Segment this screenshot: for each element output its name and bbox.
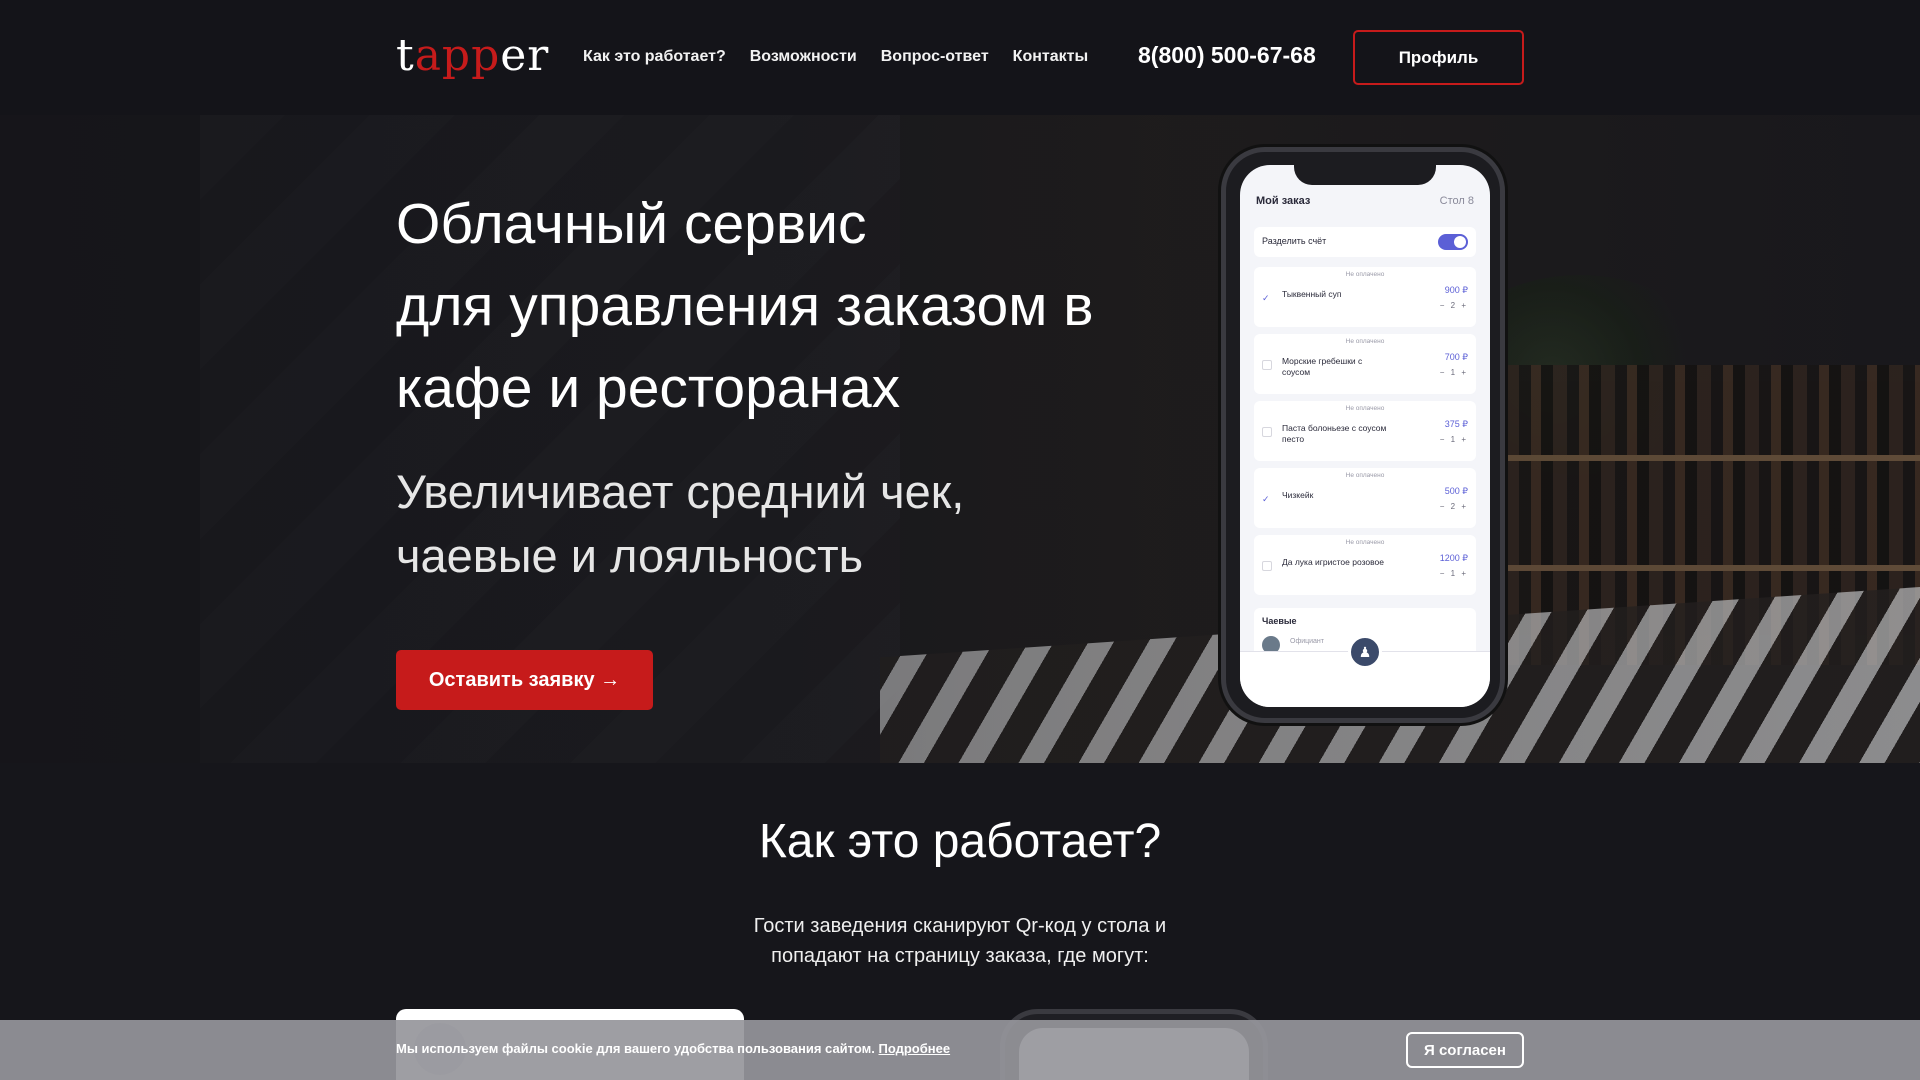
main-nav: Как это работает? Возможности Вопрос-отв… [583, 48, 1088, 66]
section-title: Как это работает? [758, 815, 1162, 868]
cookie-text: Мы используем файлы cookie для вашего уд… [396, 1041, 951, 1056]
item-price: 500 ₽ [1444, 486, 1468, 496]
phone-number[interactable]: 8(800) 500-67-68 [1138, 42, 1316, 69]
checkmark-icon[interactable]: ✓ [1262, 494, 1272, 504]
site-header: tapper Как это работает? Возможности Воп… [0, 0, 1920, 115]
order-title: Мой заказ [1256, 195, 1311, 207]
item-status: Не оплачено [1345, 338, 1385, 345]
checkbox-icon[interactable] [1262, 561, 1272, 571]
profile-button[interactable]: Профиль [1353, 30, 1524, 85]
split-bill-row: Разделить счёт [1254, 227, 1476, 257]
item-status: Не оплачено [1345, 539, 1385, 546]
phone-notch [1294, 157, 1436, 185]
item-status: Не оплачено [1345, 405, 1385, 412]
item-name: Паста болоньезе с соусом песто [1282, 423, 1387, 444]
tips-label: Чаевые [1262, 616, 1297, 626]
tips-waiter-label: Официант [1290, 638, 1324, 645]
cookie-accept-button[interactable]: Я согласен [1406, 1032, 1524, 1068]
item-name: Тыквенный суп [1282, 289, 1342, 299]
page: tapper Как это работает? Возможности Воп… [0, 0, 1920, 1080]
checkbox-icon[interactable] [1262, 360, 1272, 370]
section-description: Гости заведения сканируют Qr-код у стола… [753, 915, 1167, 967]
quantity-stepper[interactable]: − 1 + [1440, 569, 1468, 578]
order-item: Не оплачено ✓ Чизкейк 500 ₽ − 2 + [1254, 468, 1476, 528]
nav-faq[interactable]: Вопрос-ответ [881, 48, 989, 66]
table-number: Стол 8 [1439, 195, 1474, 207]
item-price: 1200 ₽ [1439, 553, 1468, 563]
hero-subtitle: Увеличивает средний чек, чаевые и лояльн… [396, 465, 965, 582]
item-name: Да лука игристое розовое [1282, 557, 1384, 567]
item-price: 900 ₽ [1444, 285, 1468, 295]
order-item: Не оплачено Морские гребешки с соусом 70… [1254, 334, 1476, 394]
cookie-banner: Мы используем файлы cookie для вашего уд… [0, 1020, 1920, 1080]
split-bill-label: Разделить счёт [1262, 236, 1327, 246]
item-price: 700 ₽ [1444, 352, 1468, 362]
checkmark-icon[interactable]: ✓ [1262, 293, 1272, 303]
quantity-stepper[interactable]: − 1 + [1440, 435, 1468, 444]
hero-title: Облачный сервис для управления заказом в… [396, 192, 1094, 420]
checkbox-icon[interactable] [1262, 427, 1272, 437]
nav-features[interactable]: Возможности [750, 48, 857, 66]
tapper-logo[interactable]: tapper [396, 30, 549, 81]
quantity-stepper[interactable]: − 1 + [1440, 368, 1468, 377]
phone-screen: Мой заказ Стол 8 Разделить счёт Не оплач… [1240, 165, 1490, 707]
split-bill-toggle[interactable] [1438, 234, 1468, 250]
item-name: Морские гребешки с соусом [1282, 356, 1363, 377]
submit-request-button[interactable]: Оставить заявку → [396, 650, 653, 710]
item-status: Не оплачено [1345, 271, 1385, 278]
order-item: Не оплачено Да лука игристое розовое 120… [1254, 535, 1476, 595]
order-item: Не оплачено Паста болоньезе с соусом пес… [1254, 401, 1476, 461]
item-name: Чизкейк [1282, 490, 1314, 500]
order-item: Не оплачено ✓ Тыквенный суп 900 ₽ − 2 + [1254, 267, 1476, 327]
quantity-stepper[interactable]: − 2 + [1440, 301, 1468, 310]
nav-contacts[interactable]: Контакты [1013, 48, 1088, 66]
nav-how-it-works[interactable]: Как это работает? [583, 48, 726, 66]
waiter-icon[interactable]: ♟ [1348, 635, 1382, 669]
item-price: 375 ₽ [1444, 419, 1468, 429]
item-status: Не оплачено [1345, 472, 1385, 479]
cookie-more-link[interactable]: Подробнее [879, 1041, 951, 1056]
quantity-stepper[interactable]: − 2 + [1440, 502, 1468, 511]
